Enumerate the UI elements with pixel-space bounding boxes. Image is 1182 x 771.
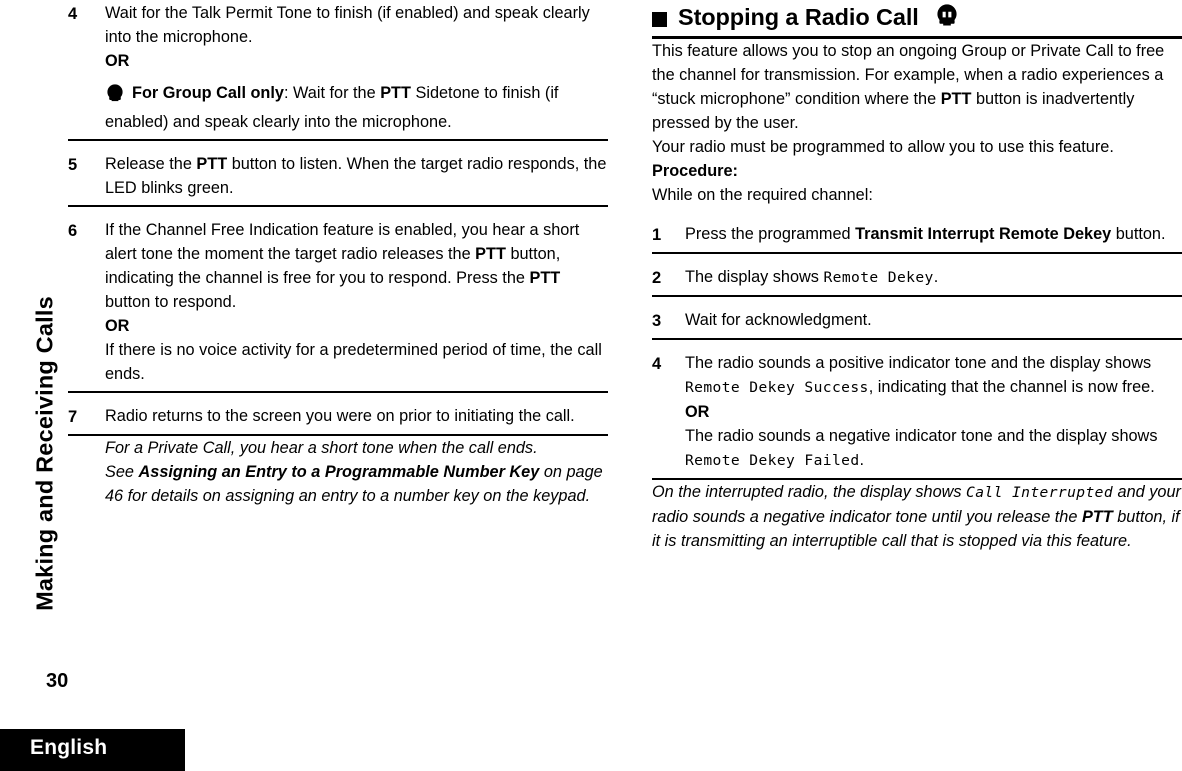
step-text-c: The radio sounds a negative indicator to… [685, 427, 1158, 445]
step-number: 7 [68, 408, 78, 426]
procedure-lead: While on the required channel: [652, 186, 873, 204]
ptt-label: PTT [196, 155, 228, 173]
step-row: 7 Radio returns to the screen you were o… [68, 403, 608, 436]
ptt-label: PTT [1081, 508, 1113, 526]
radio-solid-icon [105, 83, 125, 110]
or-label: OR [685, 403, 710, 421]
step-row: 1 Press the programmed Transmit Interrup… [652, 221, 1182, 254]
display-readout: Call Interrupted [966, 484, 1114, 501]
step-content: Wait for acknowledgment. [685, 311, 872, 329]
step-row: 5 Release the PTT button to listen. When… [68, 151, 608, 207]
ptt-label: PTT [380, 84, 411, 102]
step-row: 3 Wait for acknowledgment. [652, 307, 1182, 340]
group-call-lead: For Group Call only [132, 84, 284, 102]
step-text-d: If there is no voice activity for a pred… [105, 341, 602, 383]
step-number: 3 [652, 312, 662, 330]
step-text-d: . [859, 451, 865, 469]
step-content: Radio returns to the screen you were on … [105, 407, 575, 425]
step-number: 4 [68, 5, 78, 23]
footer-language-label: English [30, 736, 108, 759]
step-text-a: Press the programmed [685, 225, 856, 243]
xref-lead: See [105, 463, 139, 481]
page-number: 30 [46, 670, 69, 692]
step-number: 4 [652, 355, 662, 373]
step-content: Press the programmed Transmit Interrupt … [685, 222, 1182, 246]
step-row: 6 If the Channel Free Indication feature… [68, 217, 608, 393]
step-number: 6 [68, 222, 78, 240]
button-name: Transmit Interrupt Remote Dekey [855, 225, 1112, 243]
section-heading: Stopping a Radio Call [652, 0, 1182, 33]
cross-reference-note: See Assigning an Entry to a Programmable… [68, 460, 608, 508]
filled-square-icon [652, 11, 667, 27]
display-readout: Remote Dekey Failed [685, 452, 860, 469]
right-column: Stopping a Radio Call This feature allow… [652, 0, 1182, 553]
intro-paragraph: This feature allows you to stop an ongoi… [652, 39, 1182, 135]
step-content: Wait for the Talk Permit Tone to finish … [105, 1, 608, 134]
step-text-c: button to respond. [105, 293, 237, 311]
group-call-mid: : Wait for the [283, 84, 381, 102]
xref-title: Assigning an Entry to a Programmable Num… [138, 463, 540, 481]
step-content: If the Channel Free Indication feature i… [105, 218, 608, 386]
closing-note: On the interrupted radio, the display sh… [652, 480, 1182, 553]
procedure-label: Procedure: [652, 162, 738, 180]
step-content: The radio sounds a positive indicator to… [685, 351, 1182, 473]
group-call-note: For Group Call only: Wait for the PTT Si… [105, 81, 608, 134]
step-row: 2 The display shows Remote Dekey. [652, 264, 1182, 297]
ptt-label: PTT [475, 245, 506, 263]
step-number: 5 [68, 156, 78, 174]
radio-outline-icon [934, 2, 960, 33]
step-content: The display shows Remote Dekey. [685, 265, 1182, 290]
or-label: OR [105, 317, 130, 335]
section-title: Stopping a Radio Call [678, 4, 919, 30]
display-readout: Remote Dekey [823, 269, 934, 286]
step-text-b: button. [1111, 225, 1166, 243]
requirement-paragraph: Your radio must be programmed to allow y… [652, 138, 1114, 156]
display-readout: Remote Dekey Success [685, 379, 869, 396]
step-row: 4 The radio sounds a positive indicator … [652, 350, 1182, 480]
step-text: Wait for the Talk Permit Tone to finish … [105, 4, 590, 46]
step-number: 2 [652, 269, 662, 287]
chapter-tab-label: Making and Receiving Calls [31, 296, 58, 611]
left-column: 4 Wait for the Talk Permit Tone to finis… [68, 0, 608, 508]
step-text-a: Release the [105, 155, 197, 173]
step-row: 4 Wait for the Talk Permit Tone to finis… [68, 0, 608, 141]
step-number: 1 [652, 226, 662, 244]
step-text-a: The display shows [685, 268, 824, 286]
private-call-note: For a Private Call, you hear a short ton… [105, 439, 538, 457]
step-text-b: , indicating that the channel is now fre… [868, 378, 1155, 396]
or-label: OR [105, 52, 130, 70]
ptt-label: PTT [940, 90, 972, 108]
step-text-a: The radio sounds a positive indicator to… [685, 354, 1152, 372]
step-text-b: . [933, 268, 939, 286]
ptt-label: PTT [529, 269, 561, 287]
closing-text-a: On the interrupted radio, the display sh… [652, 483, 967, 501]
step-content: Release the PTT button to listen. When t… [105, 152, 608, 200]
